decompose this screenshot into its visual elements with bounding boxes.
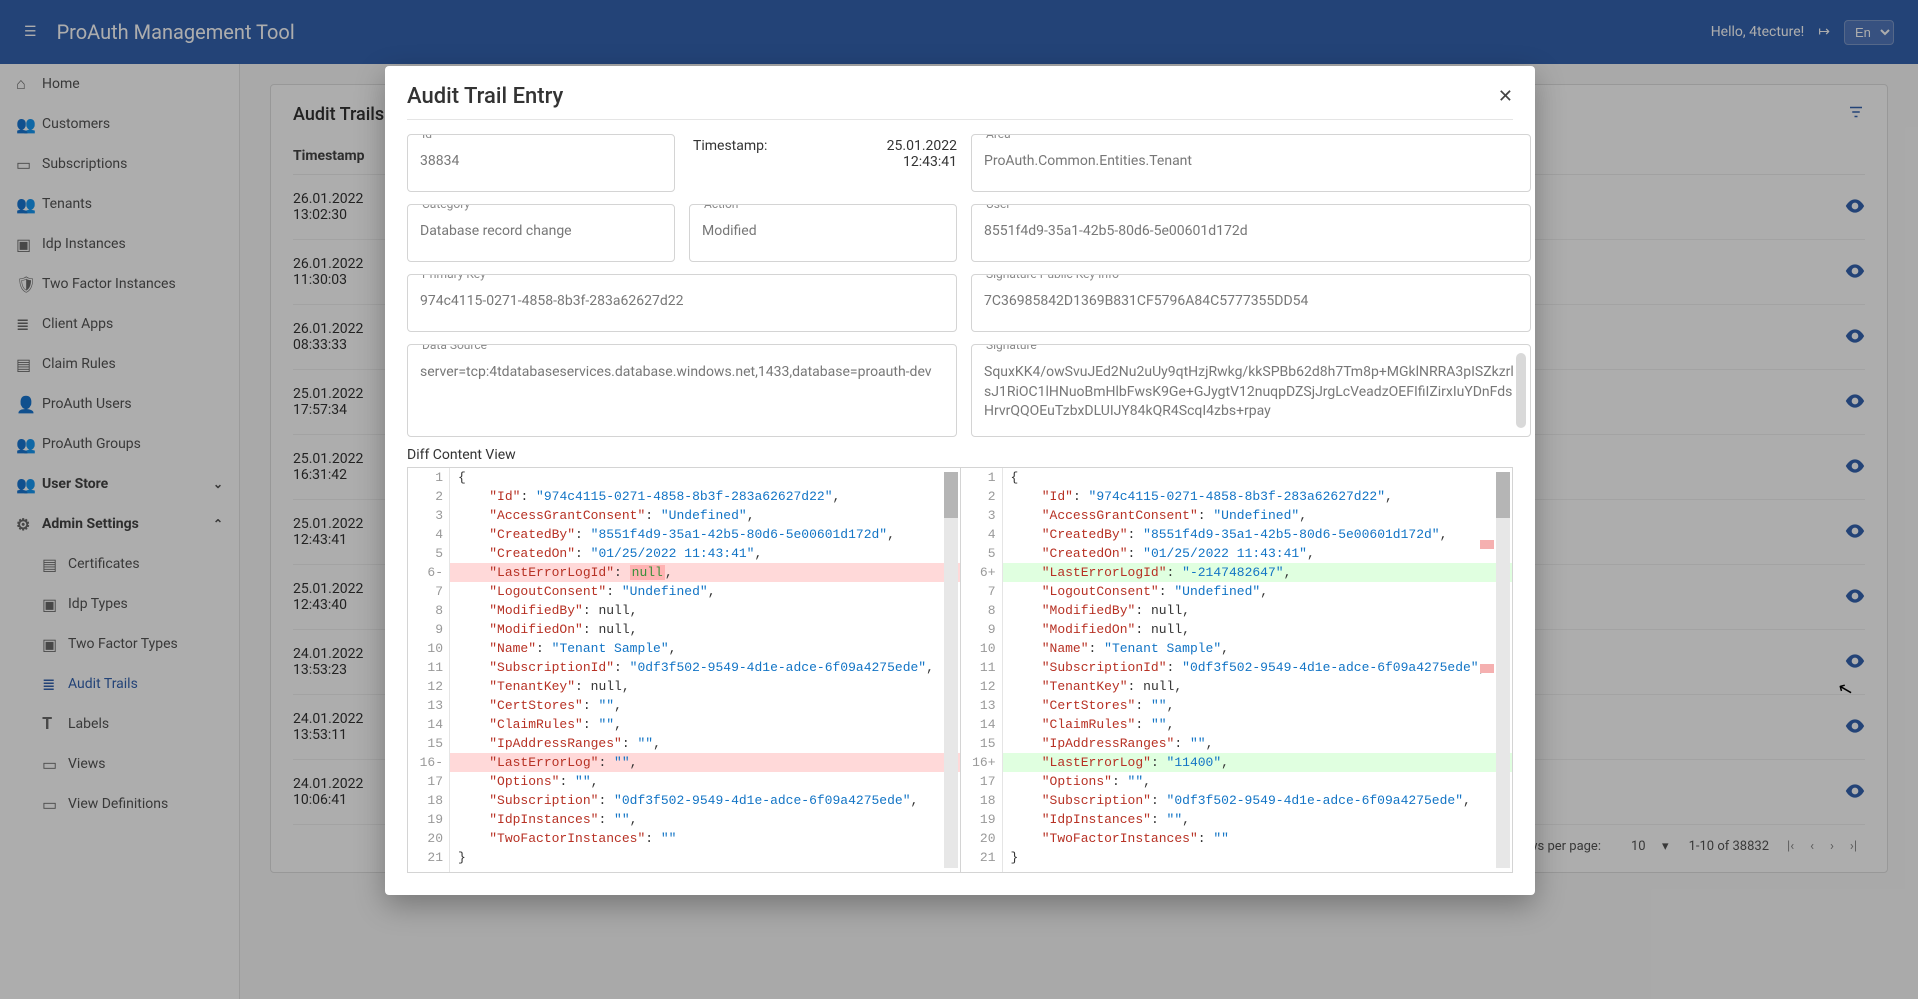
diff-left-pane: 123456-78910111213141516-1718192021 { "I… [408, 468, 961, 872]
field-user: User 8551f4d9-35a1-42b5-80d6-5e00601d172… [971, 204, 1531, 262]
field-category: Category Database record change [407, 204, 675, 262]
field-action: Action Modified [689, 204, 957, 262]
diff-scroll-track[interactable] [944, 472, 958, 868]
close-icon[interactable]: ✕ [1498, 86, 1513, 107]
diff-scroll-thumb[interactable] [1496, 472, 1510, 518]
field-spki: Signature Public Key Info 7C36985842D136… [971, 274, 1531, 332]
diff-label: Diff Content View [407, 447, 1513, 463]
field-datasource: Data Source server=tcp:4tdatabaseservice… [407, 344, 957, 437]
field-id: Id 38834 [407, 134, 675, 192]
modal-title: Audit Trail Entry [407, 84, 563, 109]
scrollbar-thumb[interactable] [1516, 353, 1526, 428]
field-area: Area ProAuth.Common.Entities.Tenant [971, 134, 1531, 192]
field-primary-key: Primary Key 974c4115-0271-4858-8b3f-283a… [407, 274, 957, 332]
audit-entry-modal: Audit Trail Entry ✕ Id 38834 Timestamp: … [385, 66, 1535, 895]
field-signature: Signature SquxKK4/owSvuJEd2Nu2uUy9qtHzjR… [971, 344, 1531, 437]
minimap-marker [1480, 664, 1494, 673]
diff-scroll-track[interactable] [1496, 472, 1510, 868]
diff-scroll-thumb[interactable] [944, 472, 958, 518]
minimap-marker [1480, 540, 1494, 549]
diff-viewer: 123456-78910111213141516-1718192021 { "I… [407, 467, 1513, 873]
diff-right-pane: 123456+78910111213141516+1718192021 { "I… [961, 468, 1513, 872]
field-timestamp: Timestamp: 25.01.2022 12:43:41 [689, 134, 957, 192]
